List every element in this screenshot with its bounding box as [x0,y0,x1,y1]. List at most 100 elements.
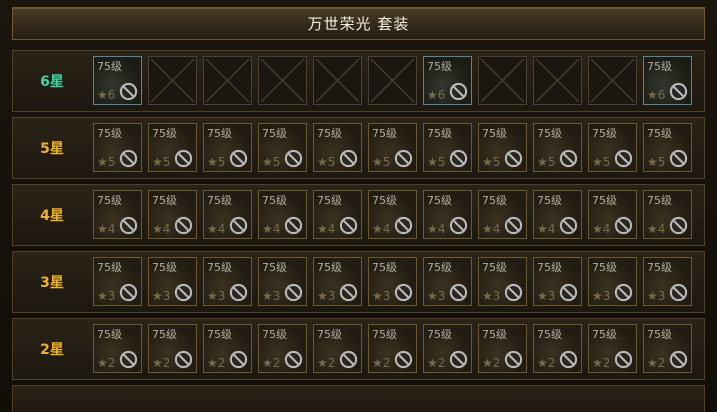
equipment-slot[interactable]: 75级 ★3 [478,257,527,306]
star-icon: ★2 [647,356,666,370]
ban-icon [119,283,138,302]
slot-list: 75级 ★4 75级 ★4 75级 ★4 75级 ★4 75级 ★4 75级 ★4 75级 ★4 75级 ★4… [93,190,698,240]
level-label: 75级 [262,127,287,140]
equipment-slot[interactable]: 75级 ★6 [423,56,472,105]
empty-slot-x [205,58,250,103]
level-label: 75级 [97,328,122,341]
ban-icon [559,149,578,168]
empty-slot-x [150,58,195,103]
empty-slot[interactable] [368,56,417,105]
equipment-slot[interactable]: 75级 ★3 [148,257,197,306]
empty-slot-x [535,58,580,103]
equipment-slot[interactable]: 75级 ★4 [478,190,527,239]
equipment-slot[interactable]: 75级 ★3 [643,257,692,306]
empty-slot[interactable] [313,56,362,105]
ban-icon [669,149,688,168]
equipment-slot[interactable]: 75级 ★2 [643,324,692,373]
equipment-slot[interactable]: 75级 ★4 [643,190,692,239]
star-icon: ★3 [97,289,116,303]
equipment-slot[interactable]: 75级 ★4 [588,190,637,239]
ban-icon [449,283,468,302]
ban-icon [614,283,633,302]
level-label: 75级 [537,194,562,207]
equipment-slot[interactable]: 75级 ★5 [423,123,472,172]
equipment-slot[interactable]: 75级 ★4 [313,190,362,239]
equipment-slot[interactable]: 75级 ★6 [643,56,692,105]
equipment-slot[interactable]: 75级 ★3 [313,257,362,306]
level-label: 75级 [537,261,562,274]
equipment-slot[interactable]: 75级 ★5 [478,123,527,172]
star-row: 6星 75级 ★6 75级 ★6 75级 ★6 [12,50,705,112]
empty-slot[interactable] [533,56,582,105]
star-icon: ★5 [207,155,226,169]
ban-icon [669,350,688,369]
star-icon: ★4 [207,222,226,236]
equipment-slot[interactable]: 75级 ★2 [588,324,637,373]
level-label: 75级 [592,127,617,140]
equipment-slot[interactable]: 75级 ★3 [588,257,637,306]
level-label: 75级 [647,328,672,341]
equipment-slot[interactable]: 75级 ★2 [313,324,362,373]
empty-slot[interactable] [258,56,307,105]
ban-icon [394,283,413,302]
star-row: 5星 75级 ★5 75级 ★5 75级 ★5 75级 ★5 75级 ★5 75级 ★5 75级 ★5 75级… [12,117,705,179]
equipment-slot[interactable]: 75级 ★5 [643,123,692,172]
level-label: 75级 [427,328,452,341]
equipment-slot[interactable]: 75级 ★4 [93,190,142,239]
star-row: 2星 75级 ★2 75级 ★2 75级 ★2 75级 ★2 75级 ★2 75级 ★2 75级 ★2 75级… [12,318,705,380]
equipment-slot[interactable]: 75级 ★4 [423,190,472,239]
equipment-slot[interactable]: 75级 ★5 [313,123,362,172]
equipment-slot[interactable]: 75级 ★3 [368,257,417,306]
ban-icon [339,283,358,302]
equipment-slot[interactable]: 75级 ★2 [478,324,527,373]
ban-icon [669,82,688,101]
star-icon: ★3 [592,289,611,303]
equipment-slot[interactable]: 75级 ★3 [203,257,252,306]
equipment-slot[interactable]: 75级 ★5 [588,123,637,172]
equipment-slot[interactable]: 75级 ★2 [533,324,582,373]
level-label: 75级 [482,194,507,207]
equipment-slot[interactable]: 75级 ★5 [258,123,307,172]
equipment-slot[interactable]: 75级 ★3 [533,257,582,306]
equipment-slot[interactable]: 75级 ★4 [258,190,307,239]
equipment-slot[interactable]: 75级 ★2 [368,324,417,373]
equipment-slot[interactable]: 75级 ★4 [203,190,252,239]
empty-slot-x [370,58,415,103]
equipment-slot[interactable]: 75级 ★2 [258,324,307,373]
level-label: 75级 [207,261,232,274]
equipment-slot[interactable]: 75级 ★3 [93,257,142,306]
equipment-slot[interactable]: 75级 ★5 [148,123,197,172]
level-label: 75级 [592,328,617,341]
empty-slot[interactable] [588,56,637,105]
equipment-slot[interactable]: 75级 ★5 [203,123,252,172]
equipment-slot[interactable]: 75级 ★3 [423,257,472,306]
ban-icon [284,149,303,168]
equipment-slot[interactable]: 75级 ★3 [258,257,307,306]
empty-slot[interactable] [148,56,197,105]
star-icon: ★4 [592,222,611,236]
equipment-slot[interactable]: 75级 ★2 [93,324,142,373]
equipment-slot[interactable]: 75级 ★4 [148,190,197,239]
equipment-slot[interactable]: 75级 ★2 [148,324,197,373]
level-label: 75级 [317,328,342,341]
equipment-slot[interactable]: 75级 ★6 [93,56,142,105]
level-label: 75级 [262,261,287,274]
star-icon: ★3 [207,289,226,303]
ban-icon [119,149,138,168]
equipment-slot[interactable]: 75级 ★2 [203,324,252,373]
equipment-slot[interactable]: 75级 ★5 [368,123,417,172]
level-label: 75级 [372,261,397,274]
ban-icon [119,82,138,101]
empty-slot[interactable] [203,56,252,105]
level-label: 75级 [207,328,232,341]
star-icon: ★5 [97,155,116,169]
empty-slot[interactable] [478,56,527,105]
ban-icon [284,283,303,302]
equipment-slot[interactable]: 75级 ★5 [533,123,582,172]
ban-icon [504,283,523,302]
ban-icon [449,216,468,235]
equipment-slot[interactable]: 75级 ★5 [93,123,142,172]
equipment-slot[interactable]: 75级 ★4 [533,190,582,239]
equipment-slot[interactable]: 75级 ★2 [423,324,472,373]
equipment-slot[interactable]: 75级 ★4 [368,190,417,239]
